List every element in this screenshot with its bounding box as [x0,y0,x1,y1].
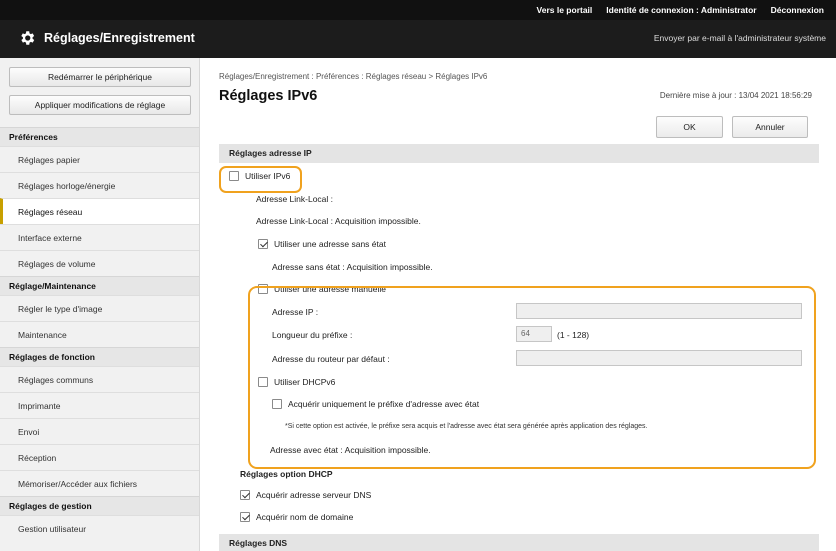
sidebar-item-clock-energy[interactable]: Réglages horloge/énergie [0,172,199,198]
highlight-ipv6 [219,166,302,193]
stateless-label: Utiliser une adresse sans état [274,239,386,249]
domain-name-label: Acquérir nom de domaine [256,512,354,522]
apply-settings-button[interactable]: Appliquer modifications de réglage [9,95,191,115]
dns-section-header: Réglages DNS [219,534,819,551]
dns-server-checkbox[interactable] [240,490,250,500]
sidebar-item-network[interactable]: Réglages réseau [0,198,199,224]
top-bar: Vers le portail Identité de connexion : … [0,0,836,20]
link-local-label: Adresse Link-Local : [256,194,334,204]
dhcp-section-header: Réglages option DHCP [240,469,333,479]
cancel-button[interactable]: Annuler [732,116,808,138]
domain-name-row[interactable]: Acquérir nom de domaine [240,512,353,522]
sidebar-item-paper[interactable]: Réglages papier [0,146,199,172]
sidebar-item-receive[interactable]: Réception [0,444,199,470]
dns-server-row[interactable]: Acquérir adresse serveur DNS [240,490,371,500]
link-local-status: Adresse Link-Local : Acquisition impossi… [256,216,421,226]
gear-icon [21,31,35,45]
sidebar-item-volume[interactable]: Réglages de volume [0,250,199,276]
main-content: Réglages/Enregistrement : Préférences : … [200,58,836,551]
app-header: Réglages/Enregistrement Envoyer par e-ma… [0,20,836,58]
email-admin-link[interactable]: Envoyer par e-mail à l'administrateur sy… [654,33,826,43]
sidebar-section-functions: Réglages de fonction [0,347,199,366]
sidebar-item-common[interactable]: Réglages communs [0,366,199,392]
sidebar-section-maintenance: Réglage/Maintenance [0,276,199,295]
sidebar-item-image-type[interactable]: Régler le type d'image [0,295,199,321]
breadcrumb: Réglages/Enregistrement : Préférences : … [219,72,488,81]
sidebar: Redémarrer le périphérique Appliquer mod… [0,58,200,551]
stateless-status: Adresse sans état : Acquisition impossib… [272,262,433,272]
sidebar-item-printer[interactable]: Imprimante [0,392,199,418]
sidebar-menu: Préférences Réglages papier Réglages hor… [0,127,199,541]
restart-device-button[interactable]: Redémarrer le périphérique [9,67,191,87]
top-links: Vers le portail Identité de connexion : … [537,0,824,20]
page-title: Réglages IPv6 [219,88,318,104]
app-title: Réglages/Enregistrement [44,31,195,45]
sidebar-item-user-management[interactable]: Gestion utilisateur [0,515,199,541]
highlight-address-options [248,286,816,469]
dns-server-label: Acquérir adresse serveur DNS [256,490,372,500]
logout-link[interactable]: Déconnexion [771,5,824,15]
portal-link[interactable]: Vers le portail [537,5,593,15]
ok-button[interactable]: OK [656,116,723,138]
sidebar-section-preferences: Préférences [0,127,199,146]
brand: Réglages/Enregistrement [18,29,195,47]
last-updated: Dernière mise à jour : 13/04 2021 18:56:… [659,91,812,100]
domain-name-checkbox[interactable] [240,512,250,522]
ip-section-header: Réglages adresse IP [219,144,819,163]
sidebar-section-management: Réglages de gestion [0,496,199,515]
login-identity: Identité de connexion : Administrator [606,5,757,15]
sidebar-item-send[interactable]: Envoi [0,418,199,444]
stateless-row[interactable]: Utiliser une adresse sans état [258,239,386,249]
sidebar-item-external-interface[interactable]: Interface externe [0,224,199,250]
sidebar-item-store-files[interactable]: Mémoriser/Accéder aux fichiers [0,470,199,496]
sidebar-item-maintenance[interactable]: Maintenance [0,321,199,347]
stateless-checkbox[interactable] [258,239,268,249]
